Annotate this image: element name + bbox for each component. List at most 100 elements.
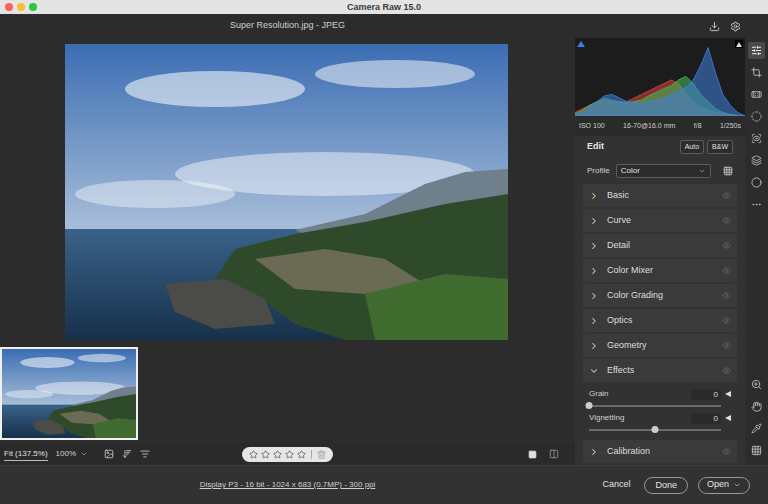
- visibility-icon[interactable]: [722, 316, 731, 325]
- filmstrip: [0, 347, 575, 440]
- star-icon[interactable]: [273, 450, 282, 459]
- visibility-icon[interactable]: [722, 341, 731, 350]
- sort-icon[interactable]: [122, 449, 132, 459]
- section-header[interactable]: Calibration: [583, 440, 737, 463]
- profile-browser-icon[interactable]: [723, 166, 733, 176]
- tool-button[interactable]: [748, 108, 765, 125]
- effect-slider[interactable]: Vignetting0: [589, 411, 731, 435]
- workflow-options-link[interactable]: Display P3 - 16 bit - 1024 x 683 (0.7MP)…: [200, 479, 376, 491]
- view-tool-button[interactable]: [748, 376, 765, 393]
- edit-header: EditAutoB&W: [575, 136, 745, 158]
- star-icon[interactable]: [285, 450, 294, 459]
- slider-label: Grain: [589, 388, 609, 400]
- chevron-icon: [589, 291, 599, 301]
- section-label: Color Grading: [607, 289, 722, 303]
- section-label: Optics: [607, 314, 722, 328]
- profile-select[interactable]: Color: [616, 164, 711, 178]
- slider-thumb[interactable]: [652, 426, 659, 433]
- section-list: BasicCurveDetailColor Mixer Color Grading…: [575, 184, 745, 463]
- hand-icon: [751, 401, 762, 412]
- view-tool-button[interactable]: [748, 420, 765, 437]
- document-title: Super Resolution.jpg - JPEG: [230, 19, 345, 33]
- eyedropper-icon: [751, 423, 762, 434]
- filmstrip-options-icon[interactable]: [104, 449, 114, 459]
- cancel-button[interactable]: Cancel: [598, 478, 634, 492]
- histogram: [575, 38, 745, 116]
- visibility-icon[interactable]: [722, 366, 731, 375]
- slider-value[interactable]: 0: [691, 413, 721, 424]
- visibility-icon[interactable]: [722, 216, 731, 225]
- visibility-icon[interactable]: [722, 191, 731, 200]
- tool-button[interactable]: [748, 64, 765, 81]
- compare-icon[interactable]: [549, 449, 559, 459]
- bottom-toolbar: Fit (137.5%) 100%: [0, 443, 575, 465]
- tool-button[interactable]: [748, 196, 765, 213]
- presets-icon: [751, 177, 762, 188]
- view-tool-button[interactable]: [748, 398, 765, 415]
- zoom-option[interactable]: 100%: [56, 448, 76, 460]
- panel-section: Color Mixer: [583, 259, 737, 282]
- tool-button[interactable]: [748, 130, 765, 147]
- star-icon[interactable]: [261, 450, 270, 459]
- highlight-clipping-icon[interactable]: [735, 40, 743, 48]
- section-header[interactable]: Curve: [583, 209, 737, 232]
- mask-icon: [751, 111, 762, 122]
- grid-icon: [751, 445, 762, 456]
- slider-track[interactable]: [589, 401, 721, 411]
- section-label: Effects: [607, 364, 722, 378]
- section-header[interactable]: Basic: [583, 184, 737, 207]
- section-header[interactable]: Effects: [583, 359, 737, 382]
- section-header[interactable]: Color Grading: [583, 284, 737, 307]
- slider-value[interactable]: 0: [691, 389, 721, 400]
- visibility-icon[interactable]: [722, 447, 731, 456]
- edit-button[interactable]: B&W: [707, 140, 733, 155]
- minimize-button[interactable]: [17, 3, 25, 11]
- tool-button[interactable]: [748, 152, 765, 169]
- trash-icon[interactable]: [317, 450, 326, 459]
- reset-icon[interactable]: [725, 391, 731, 397]
- visibility-icon[interactable]: [722, 291, 731, 300]
- tool-button[interactable]: [748, 174, 765, 191]
- preview-photo: [65, 44, 508, 340]
- section-body: Grain0Vignetting0: [583, 384, 737, 438]
- tool-button[interactable]: [748, 42, 765, 59]
- close-button[interactable]: [5, 3, 13, 11]
- view-tool-button[interactable]: [748, 442, 765, 459]
- visibility-icon[interactable]: [722, 266, 731, 275]
- section-header[interactable]: Color Mixer: [583, 259, 737, 282]
- background-icon[interactable]: [528, 450, 537, 459]
- done-button[interactable]: Done: [644, 477, 688, 494]
- histogram-chart: [575, 38, 745, 116]
- slider-thumb[interactable]: [586, 402, 593, 409]
- zoom-option[interactable]: Fit (137.5%): [4, 448, 48, 461]
- open-button[interactable]: Open: [698, 477, 750, 494]
- reset-icon[interactable]: [725, 415, 731, 421]
- title-bar: Camera Raw 15.0: [0, 0, 768, 14]
- crop-icon: [751, 67, 762, 78]
- dropdown-icon: [698, 167, 706, 175]
- gear-icon[interactable]: [730, 21, 741, 32]
- star-icon[interactable]: [249, 450, 258, 459]
- shadow-clipping-icon[interactable]: [577, 40, 585, 48]
- section-header[interactable]: Optics: [583, 309, 737, 332]
- panel-section: Calibration: [583, 440, 737, 463]
- effect-slider[interactable]: Grain 0: [589, 387, 731, 411]
- panel-section: Detail: [583, 234, 737, 257]
- filter-icon[interactable]: [140, 449, 150, 459]
- chevron-icon: [589, 366, 599, 376]
- save-icon[interactable]: [709, 21, 720, 32]
- edit-button[interactable]: Auto: [680, 140, 704, 155]
- zoom-dropdown-icon[interactable]: [80, 450, 88, 458]
- open-options-icon[interactable]: [733, 481, 741, 489]
- chevron-icon: [589, 447, 599, 457]
- section-header[interactable]: Detail: [583, 234, 737, 257]
- star-icon[interactable]: [297, 450, 306, 459]
- section-header[interactable]: Geometry: [583, 334, 737, 357]
- slider-track[interactable]: [589, 425, 721, 435]
- visibility-icon[interactable]: [722, 241, 731, 250]
- tool-button[interactable]: [748, 86, 765, 103]
- filmstrip-thumbnail[interactable]: [0, 347, 138, 440]
- exif-value: 1/250s: [720, 121, 741, 132]
- zoom-button[interactable]: [29, 3, 37, 11]
- heal-icon: [751, 89, 762, 100]
